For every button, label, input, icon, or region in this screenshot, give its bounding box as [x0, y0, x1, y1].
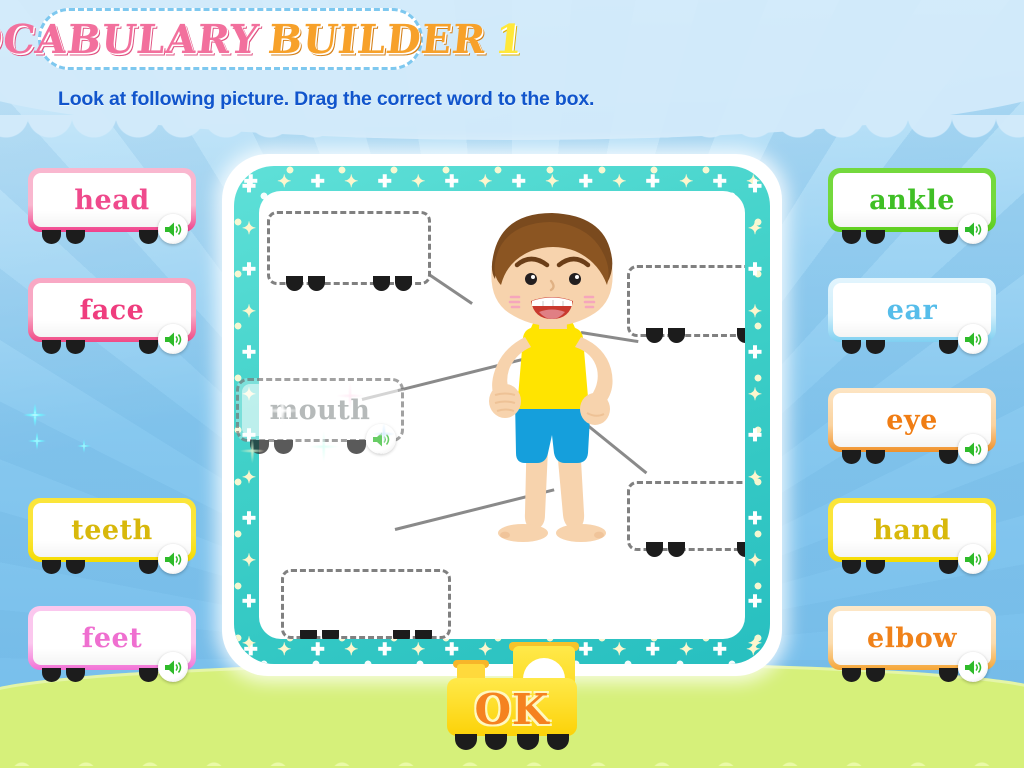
page-title: VOCABULARY BUILDER 1 — [0, 16, 526, 63]
speaker-icon[interactable] — [158, 652, 188, 682]
speaker-icon[interactable] — [958, 214, 988, 244]
speaker-icon[interactable] — [958, 652, 988, 682]
ok-button-label: OK — [474, 685, 550, 734]
word-card-ankle[interactable]: ankle — [828, 168, 996, 244]
sparkle-icon — [74, 436, 94, 456]
word-card-head[interactable]: head — [28, 168, 196, 244]
word-card-label: teeth — [71, 514, 153, 546]
sparkle-icon — [24, 428, 50, 454]
word-card-feet[interactable]: feet — [28, 606, 196, 682]
word-card-hand[interactable]: hand — [828, 498, 996, 574]
game-stage: VOCABULARY BUILDER 1 Look at following pic… — [0, 0, 1024, 768]
panel-pattern-right: ✚ ✦ ✚ ✦ ✚ ✦ ✚ ✦ ✚ ✦ ✚ ✦ — [747, 177, 763, 653]
instruction-text: Look at following picture. Drag the corr… — [58, 88, 595, 110]
word-card-elbow[interactable]: elbow — [828, 606, 996, 682]
speaker-icon[interactable] — [958, 324, 988, 354]
dragged-word-card-mouth[interactable]: mouth — [226, 364, 414, 470]
speaker-icon[interactable] — [158, 214, 188, 244]
word-card-label: face — [79, 294, 145, 326]
word-card-eye[interactable]: eye — [828, 388, 996, 464]
drop-box-bottom-left[interactable] — [281, 569, 451, 639]
word-card-teeth[interactable]: teeth — [28, 498, 196, 574]
title-part-vocabulary: VOCABULARY — [0, 15, 262, 63]
speaker-icon[interactable] — [366, 424, 396, 454]
drop-box-top-right[interactable] — [627, 265, 745, 343]
drop-box-middle-right[interactable] — [627, 481, 745, 557]
word-card-ear[interactable]: ear — [828, 278, 996, 354]
word-card-label: hand — [873, 514, 951, 546]
title-part-builder: BUILDER — [266, 15, 489, 63]
boy-illustration — [489, 213, 613, 542]
word-card-face[interactable]: face — [28, 278, 196, 354]
speaker-icon[interactable] — [958, 434, 988, 464]
word-card-label: elbow — [866, 622, 958, 654]
ok-button[interactable]: OK — [443, 642, 581, 754]
word-card-label: eye — [886, 404, 938, 436]
speaker-icon[interactable] — [958, 544, 988, 574]
word-card-label: feet — [81, 622, 143, 654]
word-card-label: ear — [886, 294, 938, 326]
title-part-number: 1 — [492, 15, 527, 63]
sparkle-icon — [18, 398, 52, 432]
word-card-label: ankle — [869, 184, 955, 216]
word-card-label: head — [74, 184, 150, 216]
drop-box-top-left[interactable] — [267, 211, 431, 291]
speaker-icon[interactable] — [158, 324, 188, 354]
word-card-label: mouth — [269, 394, 371, 426]
speaker-icon[interactable] — [158, 544, 188, 574]
ok-train-wheels — [443, 734, 581, 750]
title-bubble: VOCABULARY BUILDER 1 — [0, 8, 526, 70]
